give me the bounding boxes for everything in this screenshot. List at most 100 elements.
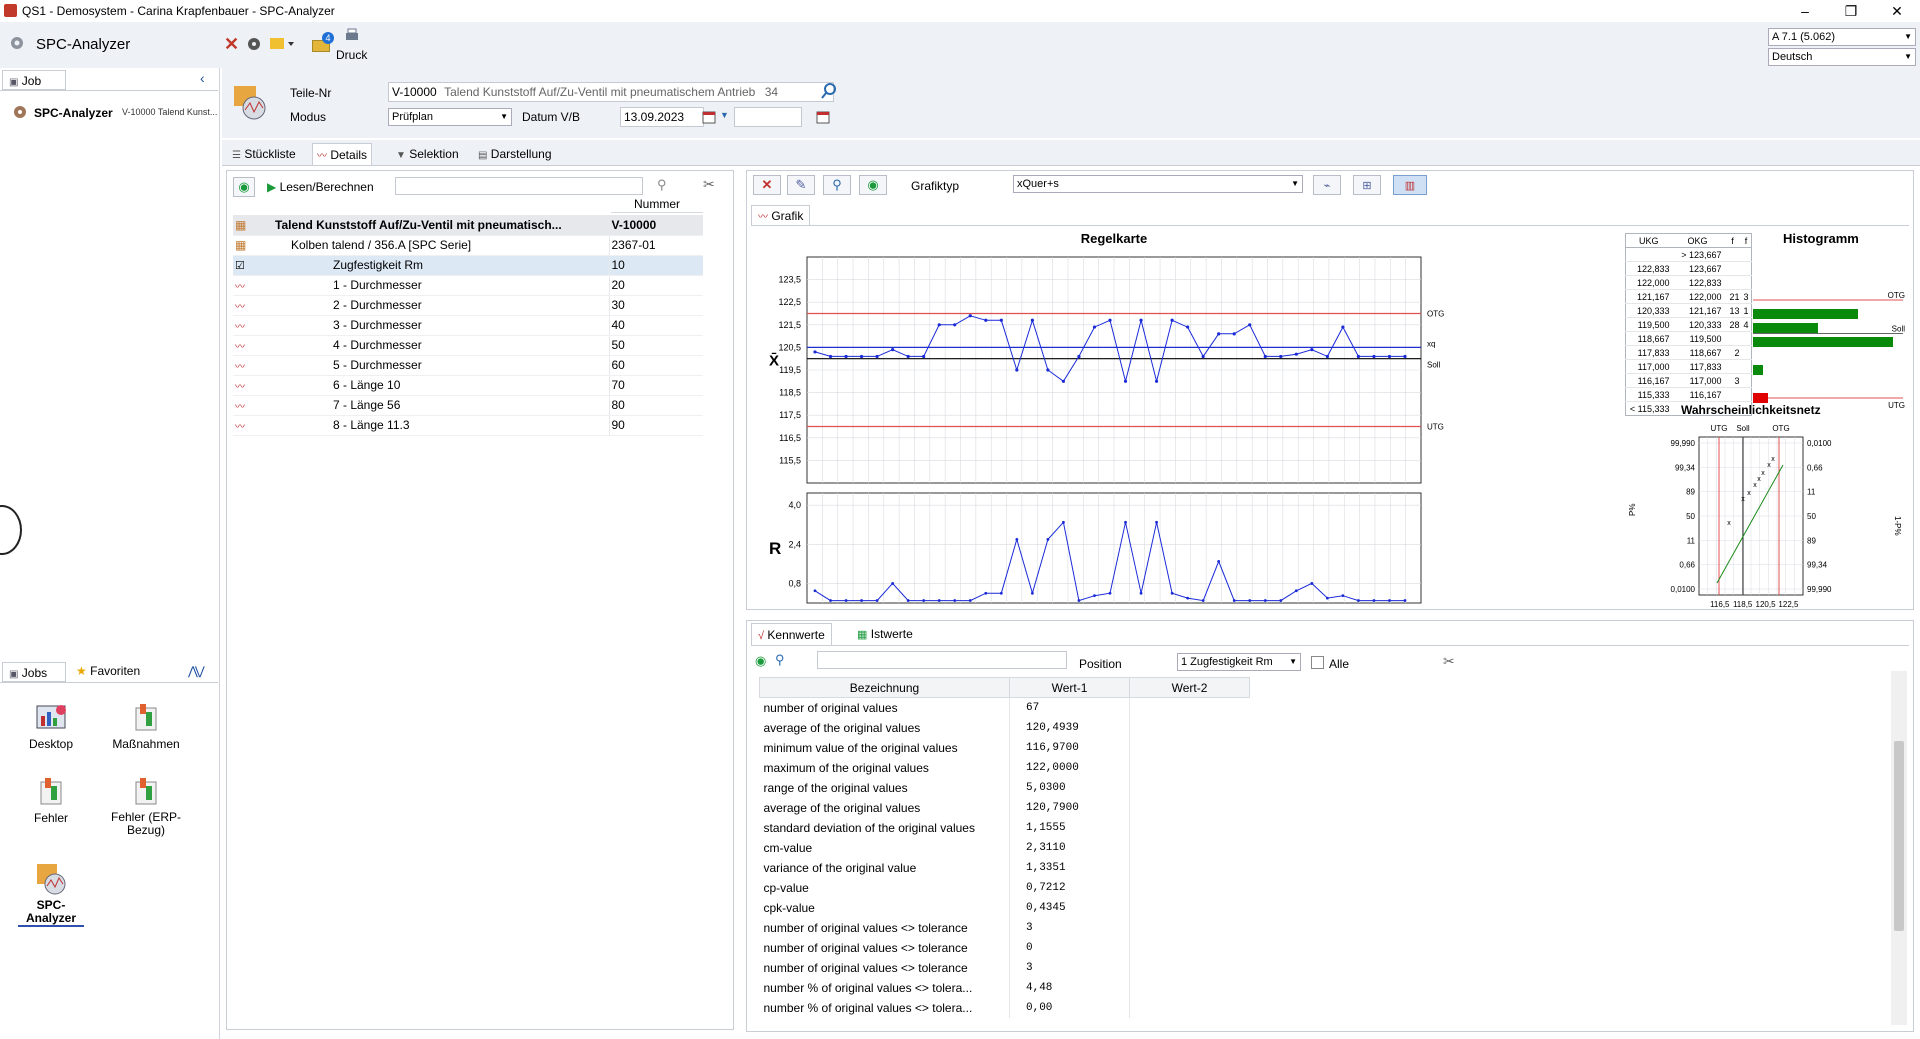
table-row[interactable]: number of original values 67 <box>760 697 1250 718</box>
minimize-button[interactable]: – <box>1782 0 1828 22</box>
tree-row[interactable]: 〰 3 - Durchmesser 40 <box>233 315 703 336</box>
table-row[interactable]: number of original values <> tolerance 0 <box>760 937 1250 958</box>
table-row[interactable]: number % of original values <> tolera...… <box>760 977 1250 998</box>
histo-cell <box>1741 275 1752 290</box>
job-entry[interactable]: SPC-Analyzer V-10000 Talend Kunst... <box>12 102 218 122</box>
printer-icon[interactable] <box>344 28 360 44</box>
settings-icon[interactable] <box>246 36 262 52</box>
prob-x-tick: 116,5 <box>1710 600 1730 609</box>
teile-nr-field[interactable]: V-10000 Talend Kunststoff Auf/Zu-Ventil … <box>388 82 834 102</box>
tile-massnahmen[interactable]: Maßnahmen <box>108 702 184 751</box>
tree-item-name: 3 - Durchmesser <box>253 315 609 336</box>
kennwert-value2 <box>1129 997 1250 1018</box>
language-select[interactable]: Deutsch ▼ <box>1768 48 1916 66</box>
chart-option-2-button[interactable]: ⊞ <box>1353 175 1381 195</box>
tab-selektion[interactable]: ▼ Selektion <box>392 143 463 165</box>
tree-search-input[interactable] <box>395 177 643 195</box>
table-row[interactable]: minimum value of the original values 116,… <box>760 737 1250 758</box>
tab-darstellung[interactable]: ▤ Darstellung <box>474 143 556 165</box>
tab-grafik[interactable]: 〰 Grafik <box>751 205 811 225</box>
histo-cell: 121,167 <box>1625 289 1672 304</box>
vertical-scrollbar[interactable] <box>1891 671 1907 1025</box>
zoom-button[interactable]: ⚲ <box>823 175 851 195</box>
tree-row[interactable]: ▦ Kolben talend / 356.A [SPC Serie] 2367-0… <box>233 235 703 256</box>
chart-option-1-button[interactable]: ⌁ <box>1313 175 1341 195</box>
table-row[interactable]: number % of original values <> tolera...… <box>760 997 1250 1018</box>
tools-icon[interactable]: ✂ <box>703 176 715 193</box>
tree-row[interactable]: 〰 6 - Länge 10 70 <box>233 375 703 396</box>
grafiktyp-select[interactable]: xQuer+s ▼ <box>1013 175 1303 193</box>
read-calc-button[interactable]: ▶ Lesen/Berechnen <box>267 177 374 197</box>
tree-row[interactable]: ▦ Talend Kunststoff Auf/Zu-Ventil mit pne… <box>233 215 703 236</box>
expand-collapse-icon[interactable]: ⋀⋁ <box>188 664 205 678</box>
tile-spc-analyzer[interactable]: SPC-Analyzer <box>18 860 84 927</box>
restore-button[interactable]: ❐ <box>1828 0 1874 22</box>
edit-button[interactable]: ✎ <box>787 175 815 195</box>
r-data-point <box>1077 599 1081 602</box>
refresh-icon[interactable]: ◉ <box>755 653 766 669</box>
tab-favoriten[interactable]: ★ Favoriten <box>76 664 140 678</box>
scrollbar-thumb[interactable] <box>1894 741 1904 931</box>
tree-row[interactable]: 〰 2 - Durchmesser 30 <box>233 295 703 316</box>
r-data-point <box>1388 599 1391 602</box>
control-chart: Regelkarte 123,5 122,5 121,5 120,5 119,5 118,5… <box>769 231 1444 604</box>
tree-item-name: 1 - Durchmesser <box>253 275 609 296</box>
chart-settings-icon: ⌁ <box>1323 180 1331 192</box>
table-row[interactable]: cp-value 0,7212 <box>760 877 1250 898</box>
tab-job[interactable]: ▣ Job <box>2 70 66 90</box>
datum-bis-field[interactable] <box>734 107 802 127</box>
search-icon[interactable]: ⚲ <box>657 177 667 193</box>
tree-row[interactable]: 〰 7 - Länge 56 80 <box>233 395 703 416</box>
version-select[interactable]: A 7.1 (5.062) ▼ <box>1768 28 1916 46</box>
collapse-icon[interactable]: ‹ <box>200 70 205 86</box>
refresh-button[interactable]: ◉ <box>233 177 255 197</box>
y-tick-label: 121,5 <box>778 320 801 330</box>
tab-jobs[interactable]: ▣ Jobs <box>2 662 66 682</box>
tree-row[interactable]: 〰 1 - Durchmesser 20 <box>233 275 703 296</box>
tile-fehler-erp[interactable]: Fehler (ERP-Bezug) <box>108 776 184 837</box>
table-row[interactable]: average of the original values 120,4939 <box>760 717 1250 738</box>
folder-dropdown-icon[interactable] <box>270 36 294 52</box>
modus-select[interactable]: Prüfplan ▼ <box>388 108 512 126</box>
table-row[interactable]: variance of the original value 1,3351 <box>760 857 1250 878</box>
kennwert-value2 <box>1129 737 1250 758</box>
tree-row[interactable]: ☑ Zugfestigkeit Rm 10 <box>233 255 703 276</box>
alle-checkbox[interactable] <box>1311 656 1324 669</box>
print-label[interactable]: Druck <box>336 48 367 62</box>
kennwerte-search-input[interactable] <box>817 651 1067 669</box>
tile-fehler[interactable]: Fehler <box>18 776 84 825</box>
calendar-icon[interactable] <box>702 110 716 124</box>
tree-row[interactable]: 〰 4 - Durchmesser 50 <box>233 335 703 356</box>
tab-stueckliste[interactable]: ☰ Stückliste <box>228 143 300 165</box>
histogram-toggle-button[interactable]: ▥ <box>1393 175 1427 195</box>
table-row[interactable]: average of the original values 120,7900 <box>760 797 1250 818</box>
zoom-icon[interactable]: ⚲ <box>775 652 785 668</box>
data-point <box>828 354 833 359</box>
close-icon[interactable]: ✕ <box>224 34 239 55</box>
table-row[interactable]: number of original values <> tolerance 3 <box>760 917 1250 938</box>
calendar-icon[interactable] <box>816 110 830 124</box>
table-row[interactable]: cm-value 2,3110 <box>760 837 1250 858</box>
datum-von-field[interactable]: 13.09.2023 <box>620 107 704 127</box>
search-icon[interactable] <box>820 82 838 100</box>
position-select[interactable]: 1 Zugfestigkeit Rm ▼ <box>1177 653 1301 671</box>
close-window-button[interactable]: ✕ <box>1874 0 1920 22</box>
delete-button[interactable]: ✕ <box>753 175 781 195</box>
tab-istwerte[interactable]: ▦ Istwerte <box>851 623 919 645</box>
tree-row[interactable]: 〰 5 - Durchmesser 60 <box>233 355 703 376</box>
tab-kennwerte[interactable]: √ Kennwerte <box>751 623 832 645</box>
table-row[interactable]: maximum of the original values 122,0000 <box>760 757 1250 778</box>
prob-point: x <box>1753 482 1757 489</box>
table-row[interactable]: number of original values <> tolerance 3 <box>760 957 1250 978</box>
tab-details[interactable]: 〰 Details <box>312 143 373 165</box>
chevron-down-icon[interactable]: ▼ <box>720 110 729 120</box>
refresh-chart-button[interactable]: ◉ <box>859 175 887 195</box>
tile-desktop[interactable]: Desktop <box>18 702 84 751</box>
histo-limit-label: Soll <box>1892 325 1906 334</box>
table-row[interactable]: cpk-value 0,4345 <box>760 897 1250 918</box>
table-row[interactable]: range of the original values 5,0300 <box>760 777 1250 798</box>
tree-row[interactable]: 〰 8 - Länge 11.3 90 <box>233 415 703 436</box>
table-row[interactable]: standard deviation of the original value… <box>760 817 1250 838</box>
tools-icon[interactable]: ✂ <box>1443 653 1455 670</box>
print-icon[interactable]: 4 <box>312 32 334 54</box>
